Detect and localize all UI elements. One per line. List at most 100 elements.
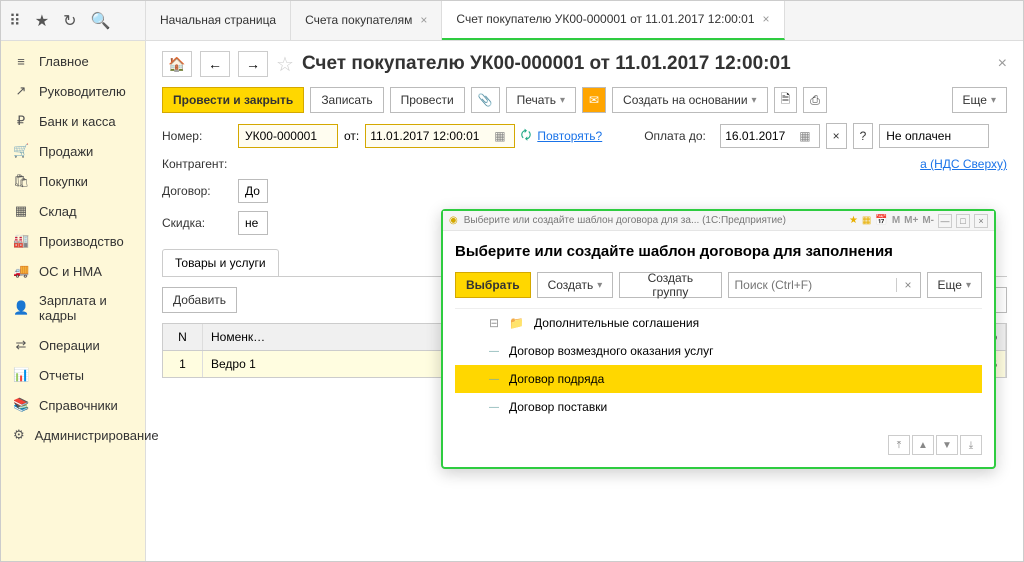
m-plus-button[interactable]: M+: [904, 215, 918, 226]
back-button[interactable]: ←: [200, 51, 230, 77]
m-minus-button[interactable]: M-: [922, 215, 934, 226]
sidebar-item-label: Покупки: [39, 174, 88, 189]
help-button[interactable]: ?: [853, 123, 874, 149]
dialog-title: Выберите или создайте шаблон договора дл…: [455, 243, 982, 260]
sidebar-item-warehouse[interactable]: ▦Склад: [1, 196, 145, 226]
apps-icon[interactable]: ⠿: [9, 11, 21, 31]
more-button[interactable]: Еще: [952, 87, 1007, 113]
repeat-icon[interactable]: 🗘: [521, 126, 532, 147]
contract-input[interactable]: [238, 179, 268, 203]
sidebar-item-sales[interactable]: 🛒 Продажи: [1, 136, 145, 166]
status-input[interactable]: [879, 124, 989, 148]
sidebar-item-label: Руководителю: [39, 84, 126, 99]
person-icon: 👤: [13, 300, 29, 316]
favorite-toggle[interactable]: ☆: [276, 52, 294, 77]
sidebar-item-manager[interactable]: ↗Руководителю: [1, 76, 145, 106]
vat-link[interactable]: а (НДС Сверху): [920, 157, 1007, 171]
m-button[interactable]: M: [892, 215, 900, 226]
tab-label: Счет покупателю УК00-000001 от 11.01.201…: [456, 12, 754, 28]
sidebar-item-main[interactable]: ≡Главное: [1, 47, 145, 76]
discount-input[interactable]: [238, 211, 268, 235]
list-item-label: Дополнительные соглашения: [534, 316, 699, 330]
maximize-button[interactable]: □: [956, 214, 970, 228]
list-folder[interactable]: ⊟📁 Дополнительные соглашения: [455, 309, 982, 337]
sidebar-item-admin[interactable]: ⚙Администрирование: [1, 420, 145, 450]
repeat-link[interactable]: Повторять?: [537, 129, 602, 143]
conduct-button[interactable]: Провести: [390, 87, 465, 113]
truck-icon: 🚚: [13, 263, 29, 279]
calendar-icon[interactable]: ▦: [490, 129, 509, 143]
col-n[interactable]: N: [163, 324, 203, 350]
home-button[interactable]: 🏠: [162, 51, 192, 77]
books-icon: 📚: [13, 397, 29, 413]
pay-until-label: Оплата до:: [644, 129, 714, 143]
date-input-wrap[interactable]: ▦: [365, 124, 514, 148]
create-button[interactable]: Создать: [537, 272, 614, 298]
pay-date-wrap[interactable]: ▦: [720, 124, 819, 148]
ruble-icon: ₽: [13, 113, 29, 129]
nav-last-button[interactable]: ⤓: [960, 435, 982, 455]
swap-icon: ⇄: [13, 337, 29, 353]
close-page[interactable]: ×: [998, 55, 1007, 73]
list-item[interactable]: — Договор поставки: [455, 393, 982, 421]
close-icon[interactable]: ×: [763, 12, 770, 28]
app-icon: ◉: [449, 215, 458, 226]
sidebar-item-label: Операции: [39, 338, 100, 353]
conduct-close-button[interactable]: Провести и закрыть: [162, 87, 304, 113]
create-based-button[interactable]: Создать на основании: [612, 87, 768, 113]
list-item-selected[interactable]: — Договор подряда: [455, 365, 982, 393]
calendar-icon[interactable]: ▦: [795, 129, 814, 143]
sidebar-item-assets[interactable]: 🚚ОС и НМА: [1, 256, 145, 286]
clear-search-button[interactable]: ×: [896, 278, 920, 292]
pay-date-input[interactable]: [725, 129, 795, 143]
history-icon[interactable]: ↻: [63, 11, 76, 31]
nav-up-button[interactable]: ▲: [912, 435, 934, 455]
item-icon: —: [489, 374, 499, 385]
search-input[interactable]: [729, 278, 896, 292]
select-button[interactable]: Выбрать: [455, 272, 531, 298]
clear-date-button[interactable]: ×: [826, 123, 847, 149]
grid-icon: ▦: [13, 203, 29, 219]
close-icon[interactable]: ×: [420, 13, 427, 29]
save-button[interactable]: Записать: [310, 87, 383, 113]
sidebar-item-reports[interactable]: 📊Отчеты: [1, 360, 145, 390]
sidebar-item-label: Справочники: [39, 398, 118, 413]
dialog-more-button[interactable]: Еще: [927, 272, 982, 298]
calc-icon[interactable]: ▦: [862, 215, 871, 226]
list-item[interactable]: — Договор возмездного оказания услуг: [455, 337, 982, 365]
nav-down-button[interactable]: ▼: [936, 435, 958, 455]
list-item-label: Договор поставки: [509, 400, 607, 414]
nav-first-button[interactable]: ⤒: [888, 435, 910, 455]
forward-button[interactable]: →: [238, 51, 268, 77]
close-dialog-button[interactable]: ×: [974, 214, 988, 228]
add-row-button[interactable]: Добавить: [162, 287, 237, 313]
tab-accounts[interactable]: Счета покупателям ×: [291, 1, 442, 40]
sidebar-item-label: Продажи: [39, 144, 93, 159]
email-button[interactable]: ✉: [582, 87, 606, 113]
number-input[interactable]: [238, 124, 338, 148]
calendar-icon[interactable]: 📅: [875, 215, 887, 226]
date-input[interactable]: [370, 129, 490, 143]
sidebar-item-purchases[interactable]: 🛍Покупки: [1, 166, 145, 196]
favorite-icon[interactable]: ★: [849, 215, 858, 226]
tab-home[interactable]: Начальная страница: [146, 1, 291, 40]
attach-button[interactable]: 📎: [471, 87, 500, 113]
sidebar-item-refs[interactable]: 📚 Справочники: [1, 390, 145, 420]
sidebar-item-hr[interactable]: 👤Зарплата и кадры: [1, 286, 145, 330]
search-icon[interactable]: 🔍: [90, 11, 110, 31]
factory-icon: 🏭: [13, 233, 29, 249]
sidebar-item-operations[interactable]: ⇄ Операции: [1, 330, 145, 360]
cart-icon: 🛒: [13, 143, 29, 159]
minimize-button[interactable]: —: [938, 214, 952, 228]
tab-goods[interactable]: Товары и услуги: [162, 249, 279, 276]
doc-button[interactable]: 🗎: [774, 87, 798, 113]
clip-button[interactable]: ⎙: [803, 87, 827, 113]
template-list: ⊟📁 Дополнительные соглашения — Договор в…: [455, 308, 982, 421]
create-group-button[interactable]: Создать группу: [619, 272, 721, 298]
sidebar-item-bank[interactable]: ₽Банк и касса: [1, 106, 145, 136]
print-button[interactable]: Печать: [506, 87, 576, 113]
sidebar-item-production[interactable]: 🏭Производство: [1, 226, 145, 256]
star-icon[interactable]: ★: [35, 11, 49, 31]
tab-invoice[interactable]: Счет покупателю УК00-000001 от 11.01.201…: [442, 1, 784, 40]
page-title: Счет покупателю УК00-000001 от 11.01.201…: [302, 53, 990, 75]
